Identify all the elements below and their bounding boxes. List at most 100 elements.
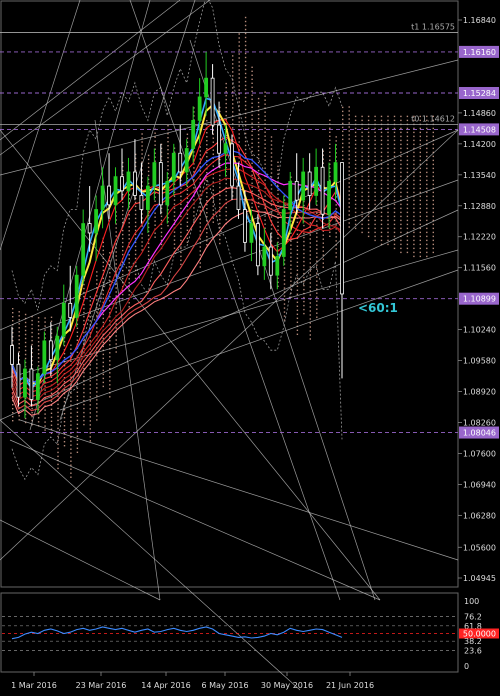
cloud-dot [128,246,130,248]
cloud-dot [232,103,234,105]
cloud-dot [342,106,344,109]
cloud-dot [406,219,409,222]
cloud-dot [290,260,292,262]
cloud-dot [70,468,72,470]
cloud-dot [199,146,201,148]
cloud-dot [219,174,221,177]
cloud-dot [12,420,14,422]
cloud-dot [167,161,169,163]
cloud-dot [238,137,240,139]
cloud-dot [400,155,402,158]
cloud-dot [70,428,72,430]
candle-body [178,152,183,173]
cloud-dot [167,169,169,171]
cloud-dot [361,147,363,150]
cloud-dot [277,189,279,191]
cloud-dot [413,135,415,138]
cloud-dot [296,221,299,223]
cloud-dot [419,191,421,194]
cloud-dot [225,182,227,185]
cloud-dot [89,404,91,406]
cloud-dot [24,345,27,348]
cloud-dot [329,143,331,145]
cloud-dot [374,203,376,206]
cloud-dot [180,195,182,198]
cloud-dot [89,300,91,302]
candle-body [197,96,202,121]
cloud-dot [251,66,253,68]
cloud-dot [199,238,201,240]
cloud-dot [70,412,72,414]
cloud-dot [354,147,357,150]
cloud-dot [361,115,363,118]
cloud-dot [400,219,402,222]
cloud-dot [322,234,324,236]
cloud-dot [115,287,117,289]
cloud-dot [128,262,130,264]
cloud-dot [37,321,40,323]
cloud-dot [367,203,370,206]
cloud-dot [270,228,273,230]
cloud-dot [426,147,428,150]
cloud-dot [419,247,421,250]
cloud-dot [128,234,130,236]
cloud-dot [426,167,428,170]
cloud-dot [393,211,396,214]
cloud-dot [348,130,350,132]
cloud-dot [251,98,253,100]
candle-body [100,185,105,210]
cloud-dot [393,223,396,226]
cloud-dot [303,232,305,235]
cloud-dot [367,199,370,202]
cloud-dot [303,260,305,263]
cloud-dot [348,114,350,116]
cloud-dot [244,72,247,75]
cloud-dot [296,309,299,311]
cloud-dot [432,143,434,146]
cloud-dot [244,152,247,155]
cloud-dot [134,209,137,212]
cloud-dot [251,74,253,76]
cloud-dot [432,179,434,182]
cloud-dot [134,225,137,228]
candle-body [230,143,234,187]
cloud-dot [57,447,59,450]
candle-body [314,166,319,196]
cloud-dot [348,194,350,196]
cloud-dot [180,263,182,266]
cloud-dot [303,284,305,287]
cloud-dot [102,381,104,384]
cloud-dot [361,167,363,170]
candle-body [217,124,221,154]
cloud-dot [199,190,201,192]
cloud-dot [400,195,402,198]
cloud-dot [109,376,111,378]
cloud-dot [102,269,104,272]
cloud-dot [400,187,402,190]
cloud-dot [257,129,260,132]
cloud-dot [115,311,117,313]
cloud-dot [426,255,428,258]
oscillator-level-label: 0 [464,662,469,671]
cloud-dot [31,323,33,326]
cloud-dot [387,243,389,246]
cloud-dot [257,121,260,124]
cloud-dot [367,175,370,178]
cloud-dot [400,167,402,170]
cloud-dot [102,385,104,388]
cloud-dot [225,206,227,209]
cloud-dot [322,258,324,260]
cloud-dot [50,400,53,402]
cloud-dot [322,242,324,244]
cloud-dot [83,415,85,418]
cloud-dot [393,203,396,206]
cloud-dot [173,195,176,197]
cloud-dot [296,261,299,263]
cloud-dot [206,196,208,198]
cloud-dot [199,206,201,208]
cloud-dot [244,80,247,83]
cloud-dot [147,170,150,173]
cloud-dot [264,111,266,113]
cloud-dot [212,201,214,203]
cloud-dot [83,315,85,318]
